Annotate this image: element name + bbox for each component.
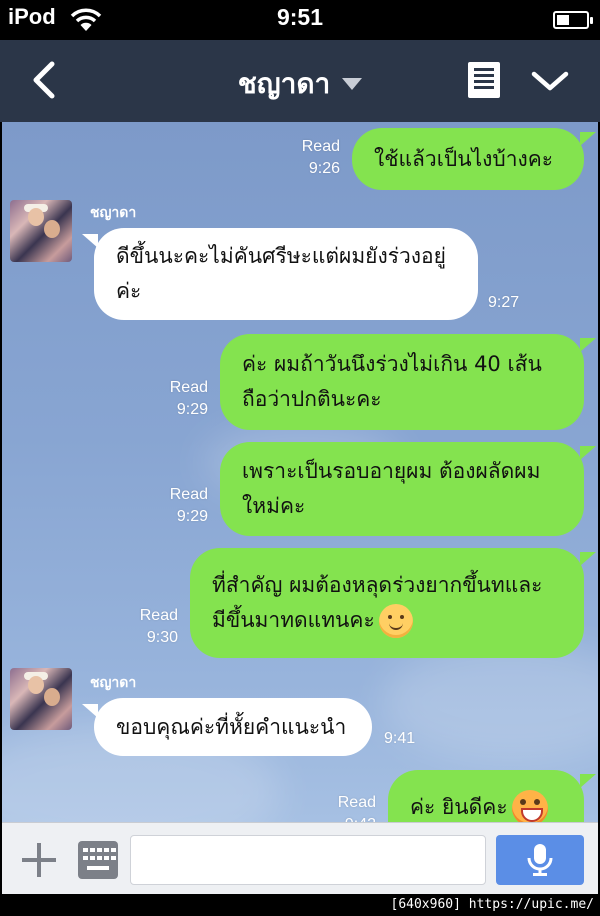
message-text: ค่ะ ผมถ้าวันนึงร่วงไม่เกิน 40 เส้น [242, 352, 542, 376]
message-time: 9:27 [488, 294, 520, 311]
read-receipt: Read [337, 794, 376, 811]
read-receipt: Read [301, 138, 340, 155]
status-time: 9:51 [276, 4, 324, 30]
message-meta: Read 9:42 [318, 792, 376, 822]
notes-icon[interactable] [468, 62, 500, 98]
chat-title[interactable]: ชญาดา [0, 62, 600, 106]
input-bar [2, 822, 598, 894]
message-bubble-sent[interactable]: ค่ะ ผมถ้าวันนึงร่วงไม่เกิน 40 เส้น ถือว่… [220, 334, 596, 430]
avatar[interactable] [10, 668, 72, 730]
message-time: 9:29 [176, 508, 208, 525]
message-bubble-received[interactable]: ขอบคุณค่ะที่หั้ยคำแนะนำ [82, 698, 372, 756]
message-time: 9:26 [308, 160, 340, 177]
message-text: มีขึ้นมาทดแทนคะ [212, 608, 375, 632]
message-bubble-sent[interactable]: เพราะเป็นรอบอายุผม ต้องผลัดผม ใหม่คะ [220, 442, 596, 536]
sender-name: ชญาดา [90, 675, 137, 691]
message-time: 9:29 [176, 401, 208, 418]
plus-icon[interactable] [22, 843, 56, 877]
message-time: 9:30 [146, 629, 178, 646]
message-text: ใหม่คะ [242, 494, 306, 518]
message-bubble-sent[interactable]: ที่สำคัญ ผมต้องหลุดร่วงยากขึ้นทและ มีขึ้… [190, 548, 596, 658]
message-text: ที่สำคัญ ผมต้องหลุดร่วงยากขึ้นทและ [212, 573, 543, 597]
sender-name: ชญาดา [90, 205, 137, 221]
status-bar: iPod 9:51 [0, 0, 600, 40]
message-text: ค่ะ [116, 279, 142, 303]
battery-icon [553, 11, 593, 29]
chat-area[interactable]: Read 9:26 ใช้แล้วเป็นไงบ้างคะ ชญาดา ดีขึ… [2, 122, 598, 822]
message-text: ดีขึ้นนะคะไม่คันศรีษะแต่ผมยังร่วงอยู่ [116, 244, 446, 268]
message-meta: Read 9:30 [120, 605, 178, 649]
read-receipt: Read [169, 379, 208, 396]
keyboard-icon[interactable] [78, 841, 118, 879]
microphone-icon [527, 844, 553, 876]
message-input[interactable] [130, 835, 486, 885]
message-text: ขอบคุณค่ะที่หั้ยคำแนะนำ [116, 714, 347, 739]
chat-header: ชญาดา [0, 40, 600, 122]
message-text: เพราะเป็นรอบอายุผม ต้องผลัดผม [242, 459, 541, 483]
chevron-down-icon[interactable] [530, 66, 570, 96]
message-text: ค่ะ ยินดีคะ [410, 795, 508, 819]
message-text: ถือว่าปกตินะคะ [242, 387, 382, 411]
mic-button[interactable] [496, 835, 584, 885]
grin-emoji-icon [511, 790, 548, 822]
read-receipt: Read [169, 486, 208, 503]
message-meta: Read 9:29 [150, 377, 208, 421]
avatar[interactable] [10, 200, 72, 262]
message-bubble-received[interactable]: ดีขึ้นนะคะไม่คันศรีษะแต่ผมยังร่วงอยู่ ค่… [82, 228, 478, 320]
watermark: [640x960] https://upic.me/ [386, 894, 598, 916]
message-bubble-sent[interactable]: ค่ะ ยินดีคะ [388, 770, 596, 822]
title-dropdown-icon [342, 78, 363, 90]
message-bubble-sent[interactable]: ใช้แล้วเป็นไงบ้างคะ [352, 128, 596, 190]
smile-emoji-icon [378, 604, 413, 638]
message-time: 9:41 [384, 730, 416, 747]
message-meta: Read 9:26 [282, 136, 340, 180]
message-text: ใช้แล้วเป็นไงบ้างคะ [374, 146, 554, 171]
message-time: 9:42 [318, 814, 376, 822]
contact-name: ชญาดา [237, 67, 331, 100]
read-receipt: Read [139, 607, 178, 624]
message-meta: Read 9:29 [150, 484, 208, 528]
